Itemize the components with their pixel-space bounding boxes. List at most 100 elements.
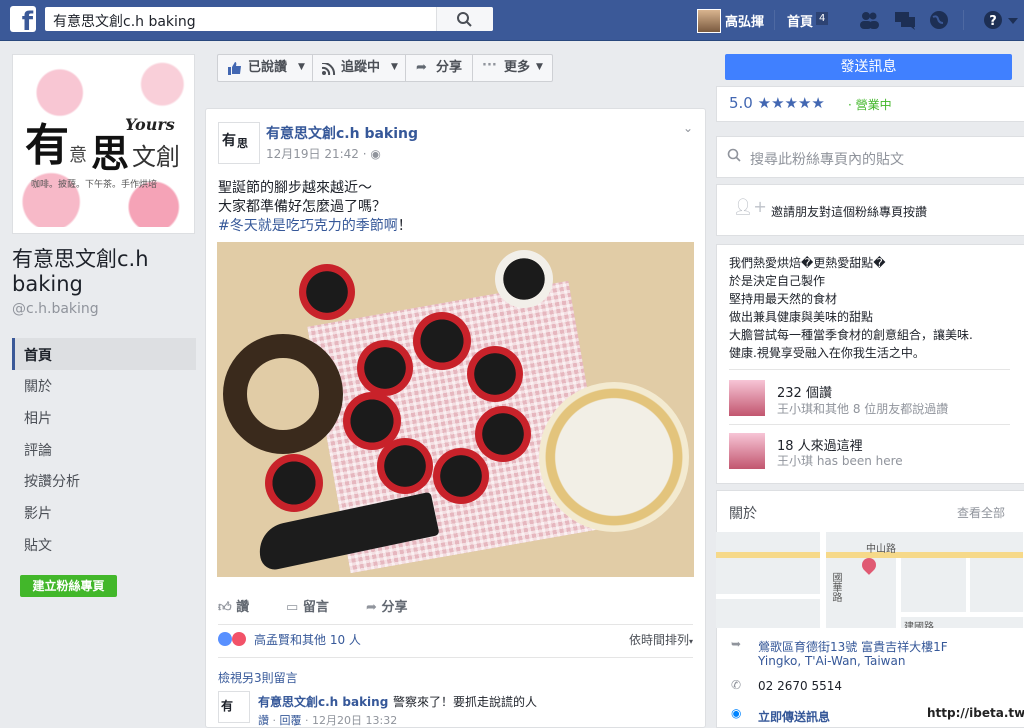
svg-text:?: ? xyxy=(989,14,997,29)
rating-stars[interactable]: 5.0 ★★★★★ xyxy=(729,94,825,112)
following-label: 追蹤中 xyxy=(341,60,381,75)
friend-visited-text[interactable]: 王小琪 has been here xyxy=(777,452,903,469)
help-icon[interactable]: ? xyxy=(983,10,1005,30)
nav-label: 關於 xyxy=(24,379,52,395)
following-button[interactable]: 追蹤中 ▼ xyxy=(312,54,406,82)
like-button[interactable]: 👍︎ 讚 xyxy=(218,596,249,615)
post-options-chevron-icon[interactable]: ⌄ xyxy=(683,121,693,135)
photo-chocolate-mug xyxy=(357,340,413,396)
globe-icon: ◉ xyxy=(370,147,381,161)
account-menu-arrow-icon[interactable] xyxy=(1006,10,1020,30)
comment-author-avatar[interactable]: 有 xyxy=(218,691,250,723)
nav-label: 首頁 xyxy=(24,348,52,364)
page-profile-picture[interactable]: 有 意 思 文創 Yours 咖啡。披薩。下午茶。手作烘培 xyxy=(12,54,195,234)
like-reaction-icon xyxy=(218,632,232,646)
map-road xyxy=(820,532,826,628)
page-handle[interactable]: @c.h.baking xyxy=(12,301,99,317)
chevron-down-icon: ▼ xyxy=(391,62,398,72)
home-link[interactable]: 首頁 xyxy=(787,11,813,30)
left-nav-reviews[interactable]: 評論 xyxy=(12,433,193,465)
post-timestamp[interactable]: 12月19日 21:42 · ◉ xyxy=(266,145,381,162)
reactions-summary-link[interactable]: 高孟賢和其他 10 人 xyxy=(254,631,361,648)
about-card-title: 關於 xyxy=(729,506,757,522)
friends-liked-text[interactable]: 王小琪和其他 8 位朋友都說過讚 xyxy=(777,400,948,417)
friend-avatar[interactable] xyxy=(729,380,765,416)
left-nav-likes[interactable]: 按讚分析 xyxy=(12,464,193,496)
photo-chocolate-mug xyxy=(299,264,355,320)
profile-picture-logo: 有 意 思 文創 Yours 咖啡。披薩。下午茶。手作烘培 xyxy=(17,59,188,227)
photo-pinecone-wreath xyxy=(223,334,343,454)
search-button[interactable] xyxy=(436,7,493,31)
create-page-button[interactable]: 建立粉絲專頁 xyxy=(20,575,117,597)
page-title[interactable]: 有意思文創c.h baking xyxy=(12,247,197,297)
user-avatar[interactable] xyxy=(697,9,721,33)
liked-button[interactable]: 已說讚 ▼ xyxy=(217,54,313,82)
comment-reply-link[interactable]: 回覆 xyxy=(280,714,302,727)
share-post-button[interactable]: ➦ 分享 xyxy=(366,596,407,615)
share-label: 分享 xyxy=(381,600,408,615)
comment-time[interactable]: 12月20日 13:32 xyxy=(312,714,397,727)
notifications-globe-icon[interactable] xyxy=(928,10,950,30)
post-text-line: 聖誕節的腳步越來越近～ xyxy=(218,180,372,196)
divider xyxy=(729,424,1010,425)
divider xyxy=(218,657,693,658)
home-count-badge: 4 xyxy=(816,12,829,25)
location-map[interactable]: 中山路 國華路 建國路 xyxy=(716,532,1023,628)
message-now-link[interactable]: 立即傳送訊息 xyxy=(758,708,830,725)
address-link[interactable]: 鶯歌區育德街13號 富貴吉祥大樓1F xyxy=(758,638,948,655)
user-name-link[interactable]: 高弘揮 xyxy=(725,11,764,30)
comment-sort-dropdown[interactable]: 依時間排列▾ xyxy=(629,631,693,648)
post-text-end: ！ xyxy=(397,218,412,234)
about-text-line: 堅持用最天然的食材 xyxy=(729,292,838,306)
facebook-logo-icon[interactable]: f xyxy=(10,6,36,35)
left-nav-home[interactable]: 首頁 xyxy=(12,338,196,370)
open-now-status: · 營業中 xyxy=(848,98,892,112)
photo-christmas-plate xyxy=(539,382,689,532)
logo-text: 意 xyxy=(69,145,87,166)
invite-friends-link[interactable]: 邀請朋友對這個粉絲專頁按讚 xyxy=(771,203,927,220)
post-author-link[interactable]: 有意思文創c.h baking xyxy=(266,123,418,143)
map-road xyxy=(716,594,826,599)
post-time-text: 12月19日 21:42 · xyxy=(266,147,371,161)
about-text-line: 於是決定自己製作 xyxy=(729,274,826,288)
see-all-link[interactable]: 查看全部 xyxy=(957,504,1005,521)
search-value: 有意思文創c.h baking xyxy=(53,14,196,30)
messages-icon[interactable] xyxy=(894,10,916,30)
comment-label: 留言 xyxy=(302,600,329,615)
share-arrow-icon: ➦ xyxy=(416,60,427,75)
left-nav-photos[interactable]: 相片 xyxy=(12,401,193,433)
friend-avatar[interactable] xyxy=(729,433,765,469)
topbar-divider xyxy=(963,10,964,30)
map-road xyxy=(901,612,1023,617)
logo-tagline: 咖啡。披薩。下午茶。手作烘培 xyxy=(31,180,158,190)
logo-text: 文創 xyxy=(132,143,180,171)
share-arrow-icon: ➦ xyxy=(366,600,377,615)
share-page-button[interactable]: ➦ 分享 xyxy=(405,54,473,82)
nav-label: 貼文 xyxy=(24,538,52,554)
comment-button[interactable]: ▭ 留言 xyxy=(286,596,329,615)
post-photo[interactable] xyxy=(217,242,694,577)
comment-like-link[interactable]: 讚 xyxy=(258,714,269,727)
page-search-placeholder: 搜尋此粉絲專頁內的貼文 xyxy=(750,152,904,168)
address-link[interactable]: Yingko, T'Ai-Wan, Taiwan xyxy=(758,654,905,668)
chevron-down-icon: ▼ xyxy=(298,62,305,72)
left-nav-posts[interactable]: 貼文 xyxy=(12,528,193,560)
left-nav-about[interactable]: 關於 xyxy=(12,369,193,401)
hashtag-link[interactable]: #冬天就是吃巧克力的季節啊 xyxy=(218,218,398,234)
page-likes-count[interactable]: 232 個讚 xyxy=(777,382,832,401)
love-reaction-icon xyxy=(232,632,246,646)
map-street-label: 建國路 xyxy=(904,622,934,628)
map-road xyxy=(896,558,901,628)
nav-label: 相片 xyxy=(24,411,52,427)
add-friend-icon: 👤︎+ xyxy=(733,197,767,216)
divider xyxy=(729,369,1010,370)
view-more-comments-link[interactable]: 檢視另3則留言 xyxy=(218,669,298,686)
post-author-avatar[interactable]: 有 思 xyxy=(218,122,260,164)
left-nav-videos[interactable]: 影片 xyxy=(12,496,193,528)
photo-chocolate-mug xyxy=(433,448,489,504)
send-message-button[interactable]: 發送訊息 xyxy=(725,54,1012,80)
more-button[interactable]: ··· 更多 ▼ xyxy=(472,54,553,82)
comment-author-link[interactable]: 有意思文創c.h baking xyxy=(258,693,388,710)
friend-requests-icon[interactable] xyxy=(858,10,880,30)
search-input[interactable]: 有意思文創c.h baking xyxy=(45,7,493,31)
